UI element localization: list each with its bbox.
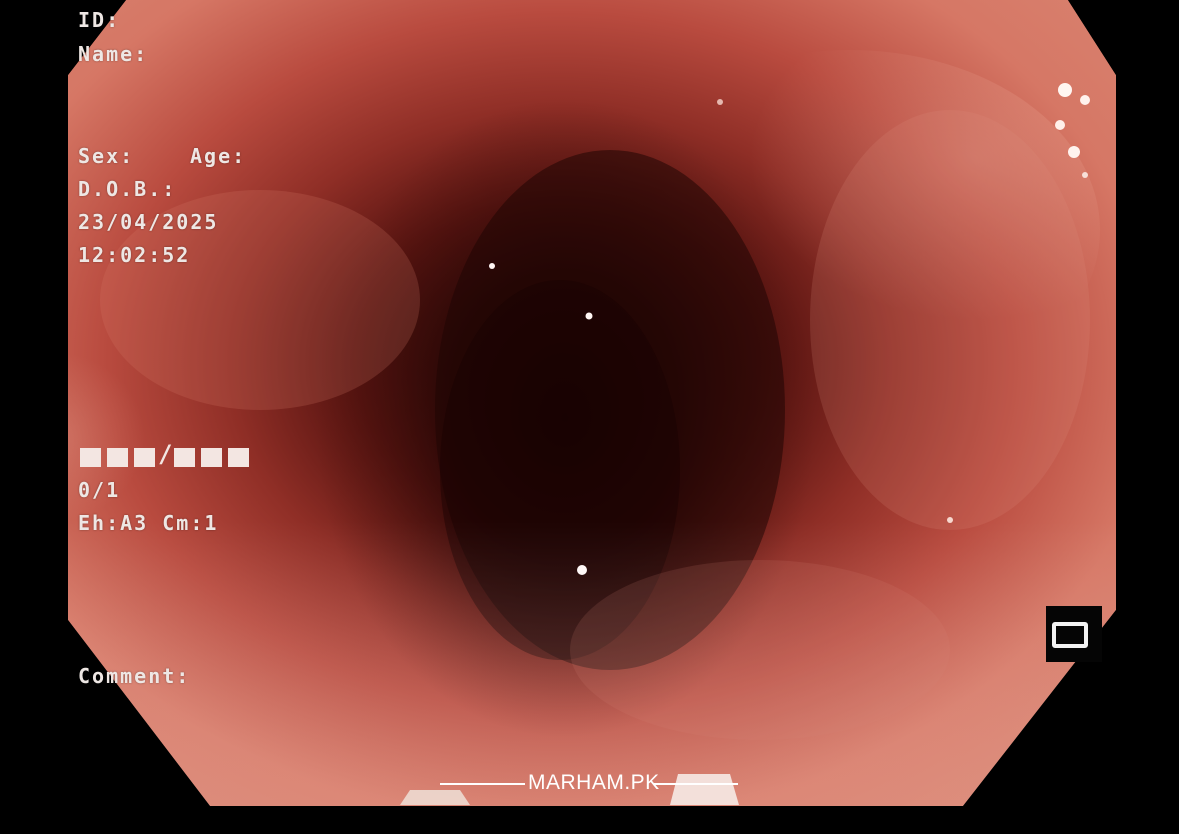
watermark-text: MARHAM.PK [528, 771, 660, 794]
watermark-line-left [440, 783, 525, 785]
id-label: ID: [78, 8, 121, 32]
procedure-time: 12:02:52 [78, 243, 191, 267]
comment-label: Comment: [78, 664, 191, 688]
indicator-block [228, 448, 249, 467]
frame-icon [1046, 606, 1102, 662]
endoscopy-screen: ID: Name: Sex: Age: D.O.B.: 23/04/2025 1… [0, 0, 1179, 834]
mode-readout: Eh:A3 Cm:1 [78, 511, 219, 535]
indicator-block [107, 448, 128, 467]
status-readout: 0/1 [78, 478, 121, 502]
age-label: Age: [190, 144, 247, 168]
indicator-block [80, 448, 101, 467]
indicator-block [134, 448, 155, 467]
dob-label: D.O.B.: [78, 177, 177, 201]
procedure-date: 23/04/2025 [78, 210, 219, 234]
sex-label: Sex: [78, 144, 135, 168]
watermark-line-right [654, 783, 738, 785]
indicator-slash: / [158, 440, 173, 468]
name-label: Name: [78, 42, 149, 66]
indicator-block [201, 448, 222, 467]
watermark: MARHAM.PK [440, 768, 740, 800]
endoscopy-image [0, 0, 1179, 834]
indicator-block [174, 448, 195, 467]
frame-icon-outline [1052, 622, 1088, 648]
